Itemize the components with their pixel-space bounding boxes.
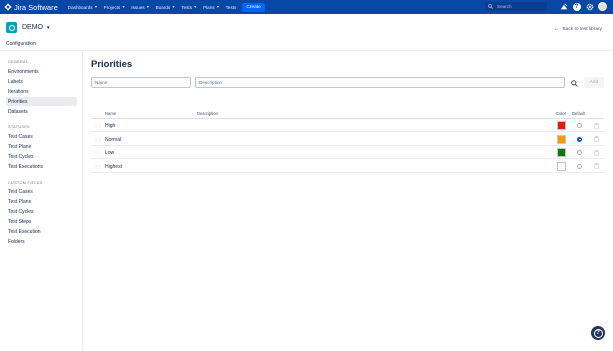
sidebar-item-status-test-cases[interactable]: Test Cases [6, 132, 77, 141]
column-header-name: Name [105, 111, 117, 116]
nav-tests-link-label: Tests [225, 4, 237, 10]
nav-projects-label: Projects [103, 4, 121, 10]
sidebar-section-general: GENERAL [8, 60, 29, 64]
sidebar-item-cf-test-cycles[interactable]: Test Cycles [6, 207, 77, 216]
project-header: DEMO ▼ Configuration ← Back to test libr… [0, 14, 613, 51]
sidebar-item-priorities[interactable]: Priorities [6, 97, 77, 106]
nav-tests-label: Tests [181, 4, 192, 10]
back-to-library-link[interactable]: ← Back to test library [554, 26, 602, 32]
column-header-default: Default [572, 111, 586, 116]
drag-handle-icon[interactable]: ⋮⋮ [94, 164, 102, 169]
sidebar-section-custom-fields: CUSTOM FIELDS [8, 181, 43, 185]
color-swatch[interactable] [557, 161, 566, 171]
page-title: Priorities [91, 59, 133, 70]
priority-name: Low [105, 150, 115, 156]
trash-icon[interactable] [593, 149, 599, 156]
nav-boards-label: Boards [155, 4, 171, 10]
nav-projects[interactable]: Projects ▼ [104, 5, 126, 10]
table-row[interactable]: ⋮⋮ Normal [91, 133, 604, 146]
notifications-icon[interactable] [559, 2, 568, 11]
search-placeholder: Search [497, 4, 512, 9]
help-icon: ? [593, 328, 603, 338]
sidebar-item-cf-test-execution[interactable]: Test Execution [6, 227, 77, 236]
chevron-down-icon: ▼ [46, 25, 51, 30]
color-swatch[interactable] [557, 148, 566, 157]
table-row[interactable]: ⋮⋮ Low [91, 146, 604, 159]
drag-handle-icon[interactable]: ⋮⋮ [94, 150, 102, 155]
sidebar-item-datasets[interactable]: Datasets [6, 107, 77, 116]
nav-plans[interactable]: Plans ▼ [203, 5, 220, 10]
priority-description-input[interactable]: Description [195, 77, 565, 88]
column-header-color: Color [556, 111, 567, 116]
nav-boards[interactable]: Boards ▼ [156, 5, 176, 10]
chevron-down-icon: ▼ [171, 5, 176, 9]
priority-name: Normal [105, 136, 122, 143]
priority-name: Highest [105, 163, 122, 170]
sidebar-item-cf-folders[interactable]: Folders [6, 237, 77, 246]
nav-tests-link[interactable]: Tests [226, 5, 237, 10]
sidebar-item-labels[interactable]: Labels [6, 77, 77, 86]
color-swatch[interactable] [557, 134, 566, 144]
chevron-down-icon: ▼ [216, 5, 220, 9]
jira-icon [4, 3, 12, 11]
color-picker-icon[interactable] [569, 78, 579, 88]
top-navigation: Jira Software Dashboards ▼ Projects ▼ Issu… [0, 0, 613, 14]
nav-plans-label: Plans [203, 4, 215, 10]
jira-logo[interactable]: Jira Software [4, 3, 58, 12]
chevron-down-icon: ▼ [121, 5, 126, 9]
chevron-down-icon: ▼ [94, 5, 98, 9]
default-radio[interactable] [577, 163, 582, 169]
priority-name-input[interactable]: Name [91, 77, 191, 88]
chevron-down-icon: ▼ [146, 5, 150, 9]
sidebar-item-status-test-cycles[interactable]: Test Cycles [6, 152, 77, 161]
drag-handle-icon[interactable]: ⋮⋮ [94, 123, 102, 128]
sidebar-item-status-test-executions[interactable]: Test Executions [6, 162, 77, 171]
project-selector[interactable]: DEMO ▼ [22, 24, 50, 31]
search-input[interactable]: Search [485, 2, 547, 11]
table-row[interactable]: ⋮⋮ Highest [91, 160, 604, 173]
chevron-down-icon: ▼ [193, 5, 198, 9]
arrow-left-icon: ← [553, 26, 560, 32]
page-subtitle: Configuration [6, 41, 36, 47]
sidebar-item-status-test-plans[interactable]: Test Plans [6, 142, 77, 151]
settings-icon[interactable] [585, 2, 594, 11]
app-name: Jira Software [14, 2, 58, 12]
default-radio[interactable] [577, 123, 582, 128]
trash-icon[interactable] [593, 136, 599, 143]
nav-issues-label: Issues [131, 4, 145, 10]
help-fab-button[interactable]: ? [591, 326, 605, 340]
trash-icon[interactable] [593, 163, 599, 170]
sidebar: GENERAL Environments Labels Iterations P… [0, 52, 83, 351]
search-icon [488, 4, 493, 9]
column-header-description: Description [197, 111, 218, 116]
drag-handle-icon[interactable]: ⋮⋮ [94, 137, 102, 142]
default-radio[interactable] [577, 136, 582, 142]
help-icon[interactable]: ? [572, 2, 581, 11]
nav-tests[interactable]: Tests ▼ [181, 5, 197, 10]
sidebar-item-cf-test-cases[interactable]: Test Cases [6, 187, 77, 196]
sidebar-item-iterations[interactable]: Iterations [6, 87, 77, 96]
default-radio[interactable] [577, 150, 582, 155]
priority-name: High [105, 123, 116, 129]
create-button[interactable]: Create [242, 2, 265, 12]
sidebar-section-statuses: STATUSES [8, 125, 30, 129]
back-link-label: Back to test library [562, 26, 602, 32]
project-name: DEMO [22, 24, 43, 31]
avatar[interactable] [598, 2, 607, 11]
trash-icon[interactable] [593, 122, 599, 129]
project-icon [6, 22, 17, 33]
color-swatch[interactable] [557, 121, 566, 130]
sidebar-item-cf-test-plans[interactable]: Test Plans [6, 197, 77, 206]
sidebar-item-environments[interactable]: Environments [6, 67, 77, 76]
nav-dashboards[interactable]: Dashboards ▼ [68, 5, 98, 10]
table-row[interactable]: ⋮⋮ High [91, 119, 604, 132]
add-button[interactable]: Add [584, 77, 604, 88]
nav-issues[interactable]: Issues ▼ [131, 5, 149, 10]
nav-dashboards-label: Dashboards [67, 4, 93, 10]
sidebar-item-cf-test-steps[interactable]: Test Steps [6, 217, 77, 226]
